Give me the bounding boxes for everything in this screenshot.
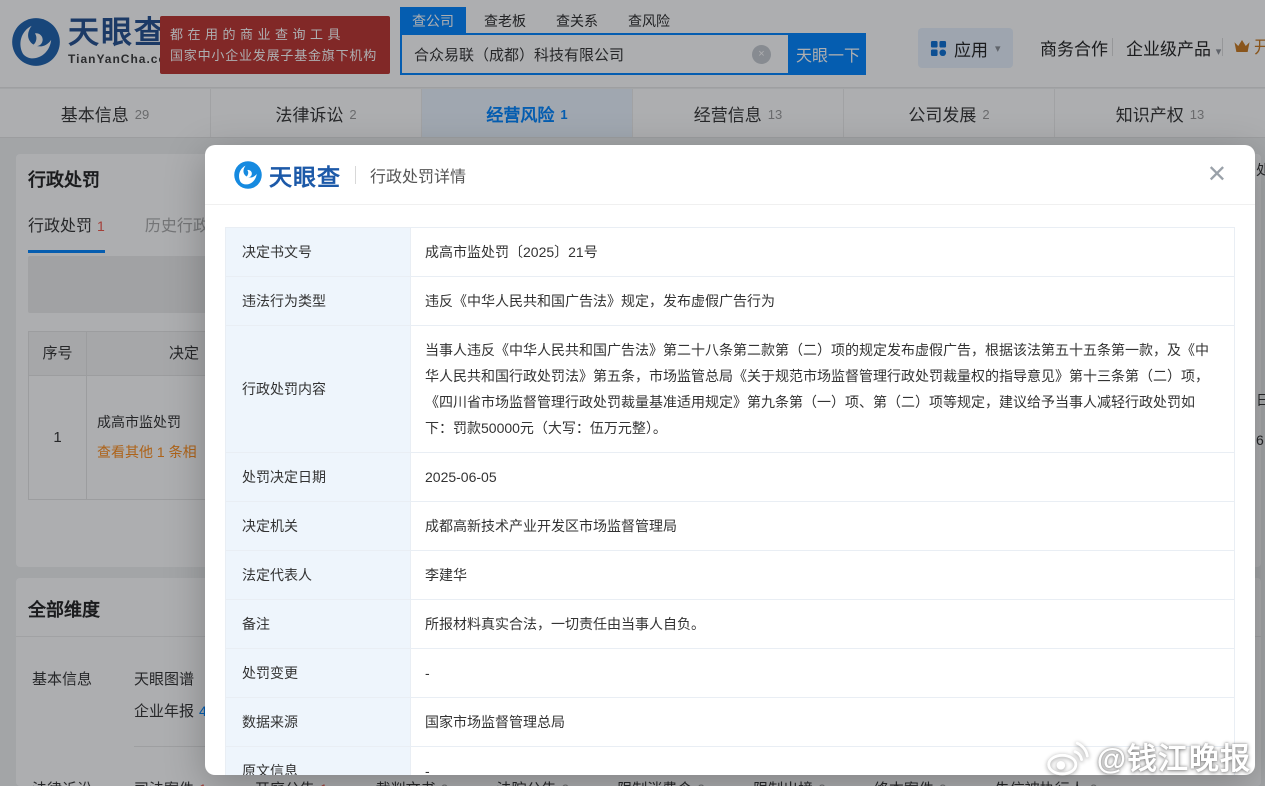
field-value: - <box>411 649 1235 698</box>
field-value: 当事人违反《中华人民共和国广告法》第二十八条第二款第（二）项的规定发布虚假广告，… <box>411 326 1235 453</box>
field-label: 处罚变更 <box>226 649 411 698</box>
modal-title: 行政处罚详情 <box>370 163 466 187</box>
detail-row: 行政处罚内容当事人违反《中华人民共和国广告法》第二十八条第二款第（二）项的规定发… <box>226 326 1235 453</box>
watermark-text: @钱江晚报 <box>1097 734 1251 778</box>
field-value: 李建华 <box>411 551 1235 600</box>
modal-header: 天眼查 行政处罚详情 ✕ <box>205 145 1255 205</box>
weibo-watermark: @钱江晚报 <box>1045 734 1251 778</box>
modal-body: 决定书文号成高市监处罚〔2025〕21号 违法行为类型违反《中华人民共和国广告法… <box>205 205 1255 775</box>
field-label: 行政处罚内容 <box>226 326 411 453</box>
page: 天眼查 TianYanCha.com 都在用的商业查询工具 国家中小企业发展子基… <box>0 0 1265 786</box>
field-label: 决定机关 <box>226 502 411 551</box>
tianyancha-logo-icon <box>233 160 263 190</box>
detail-row: 处罚变更- <box>226 649 1235 698</box>
detail-row: 决定书文号成高市监处罚〔2025〕21号 <box>226 228 1235 277</box>
penalty-detail-modal: 天眼查 行政处罚详情 ✕ 决定书文号成高市监处罚〔2025〕21号 违法行为类型… <box>205 145 1255 775</box>
divider <box>355 166 356 184</box>
detail-row: 决定机关成都高新技术产业开发区市场监督管理局 <box>226 502 1235 551</box>
field-value: 成高市监处罚〔2025〕21号 <box>411 228 1235 277</box>
weibo-icon <box>1045 736 1091 776</box>
field-label: 决定书文号 <box>226 228 411 277</box>
detail-row: 违法行为类型违反《中华人民共和国广告法》规定，发布虚假广告行为 <box>226 277 1235 326</box>
field-label: 原文信息 <box>226 747 411 776</box>
field-value: 违反《中华人民共和国广告法》规定，发布虚假广告行为 <box>411 277 1235 326</box>
penalty-detail-table: 决定书文号成高市监处罚〔2025〕21号 违法行为类型违反《中华人民共和国广告法… <box>225 227 1235 775</box>
detail-row: 备注所报材料真实合法，一切责任由当事人自负。 <box>226 600 1235 649</box>
detail-row: 法定代表人李建华 <box>226 551 1235 600</box>
field-label: 数据来源 <box>226 698 411 747</box>
modal-brand: 天眼查 <box>269 158 341 192</box>
close-icon[interactable]: ✕ <box>1207 163 1227 187</box>
field-label: 处罚决定日期 <box>226 453 411 502</box>
field-label: 备注 <box>226 600 411 649</box>
detail-row: 处罚决定日期2025-06-05 <box>226 453 1235 502</box>
field-value: 2025-06-05 <box>411 453 1235 502</box>
field-value: 所报材料真实合法，一切责任由当事人自负。 <box>411 600 1235 649</box>
field-label: 法定代表人 <box>226 551 411 600</box>
field-label: 违法行为类型 <box>226 277 411 326</box>
field-value: 成都高新技术产业开发区市场监督管理局 <box>411 502 1235 551</box>
